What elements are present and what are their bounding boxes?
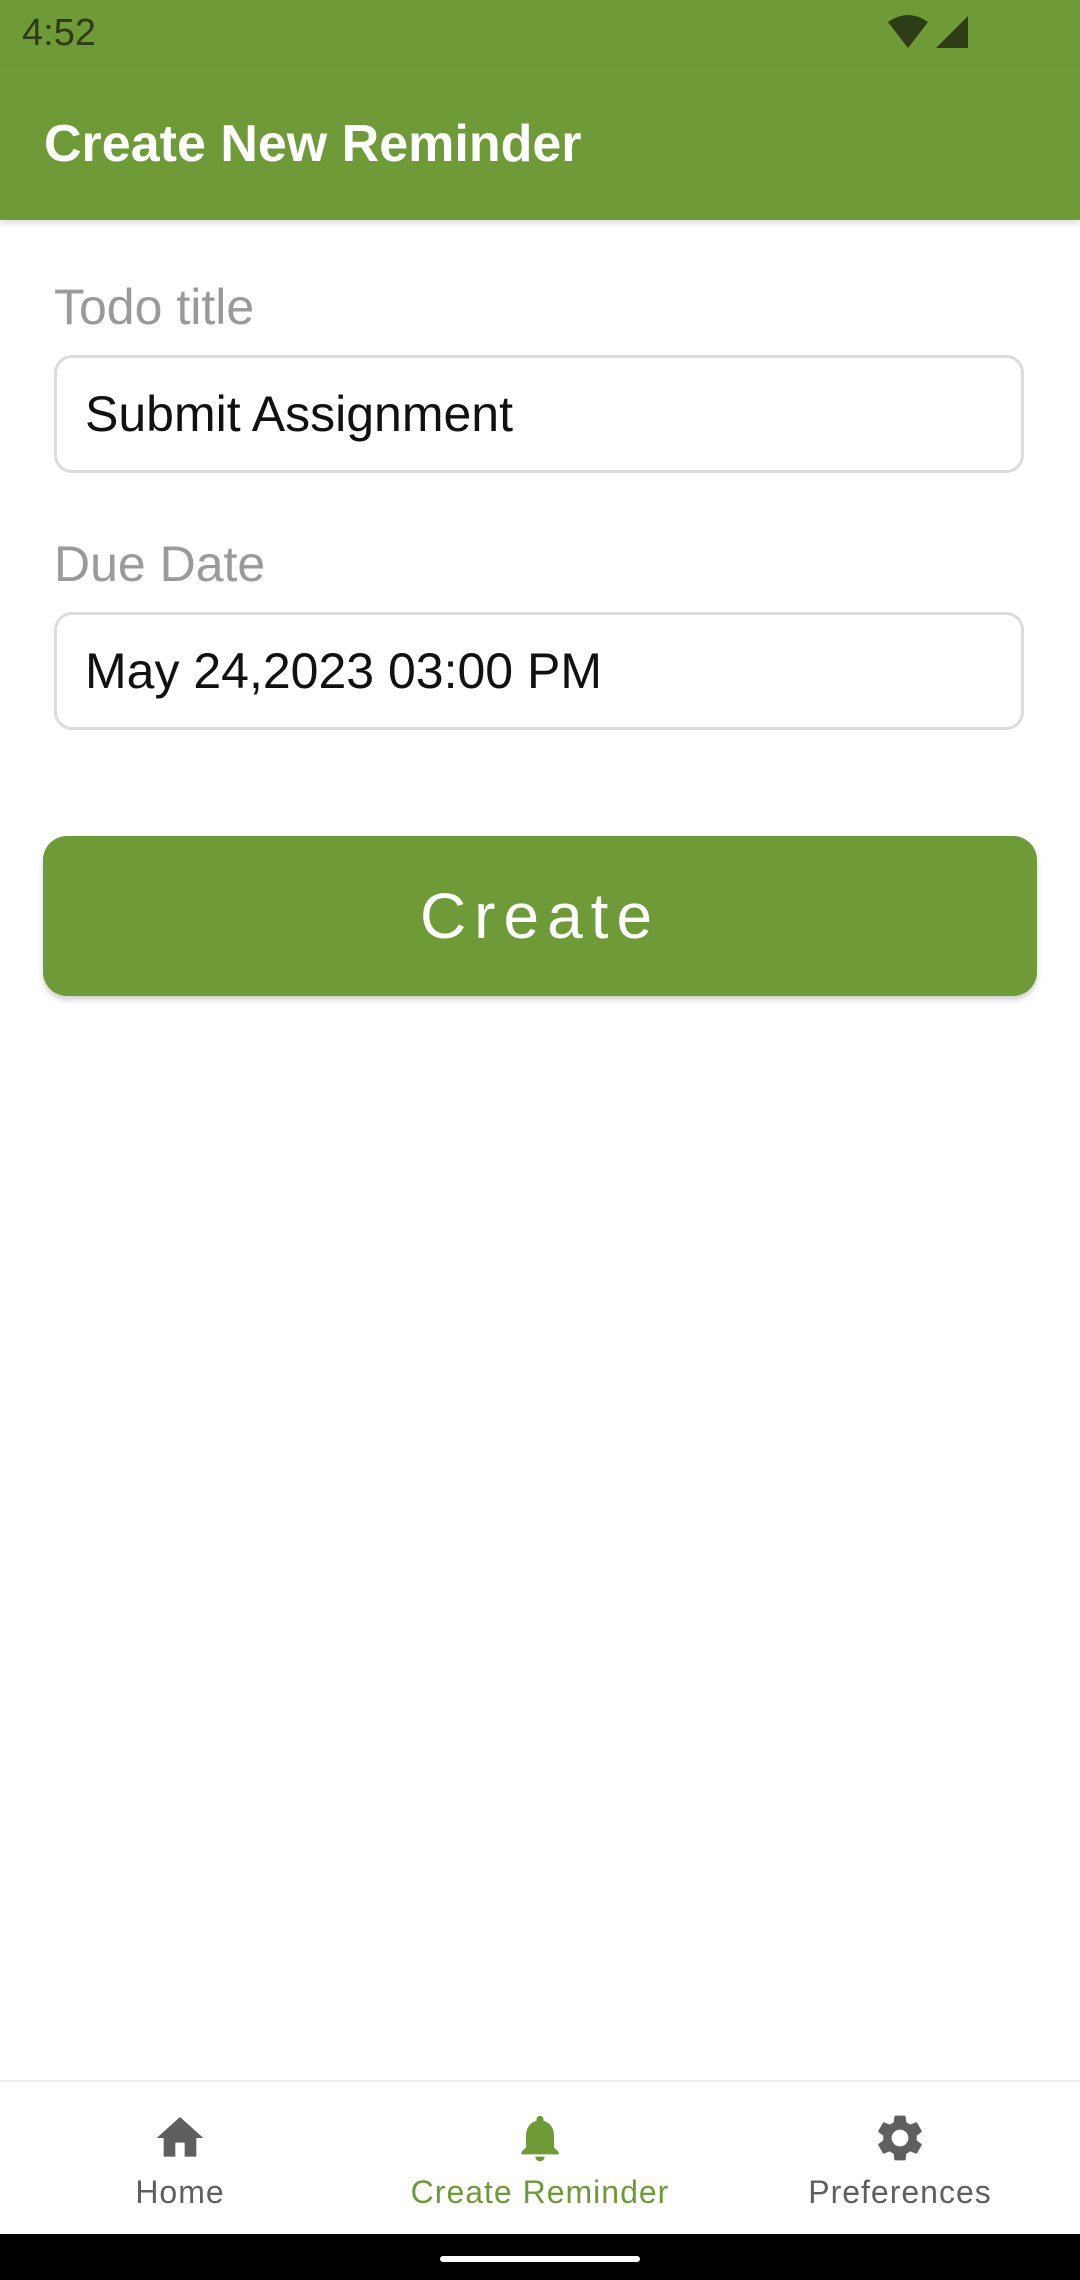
nav-label-home: Home <box>135 2174 225 2210</box>
bottom-navigation: Home Create Reminder Preferences <box>0 2080 1080 2236</box>
screen: 4:52 Create New Reminder Todo title Due … <box>0 0 1080 2280</box>
nav-item-create-reminder[interactable]: Create Reminder <box>360 2082 720 2236</box>
nav-item-preferences[interactable]: Preferences <box>720 2082 1080 2236</box>
bell-icon <box>521 2115 559 2162</box>
todo-title-label: Todo title <box>54 279 255 335</box>
status-time: 4:52 <box>22 12 96 54</box>
wifi-icon <box>888 15 928 48</box>
home-icon <box>156 2117 204 2157</box>
gear-icon <box>878 2115 922 2161</box>
status-icons <box>886 14 970 50</box>
create-button[interactable]: Create <box>43 836 1037 996</box>
nav-label-create-reminder: Create Reminder <box>410 2174 670 2210</box>
status-bar: 4:52 <box>0 0 1080 66</box>
page-title: Create New Reminder <box>44 115 582 173</box>
cellular-signal-icon <box>936 16 968 48</box>
home-gesture-handle[interactable] <box>440 2256 640 2262</box>
due-date-label: Due Date <box>54 536 266 592</box>
nav-item-home[interactable]: Home <box>0 2082 360 2236</box>
app-bar: Create New Reminder <box>0 66 1080 220</box>
nav-label-preferences: Preferences <box>808 2174 992 2210</box>
todo-title-input[interactable] <box>54 355 1024 473</box>
due-date-input[interactable] <box>54 612 1024 730</box>
gesture-navigation-bar <box>0 2234 1080 2280</box>
